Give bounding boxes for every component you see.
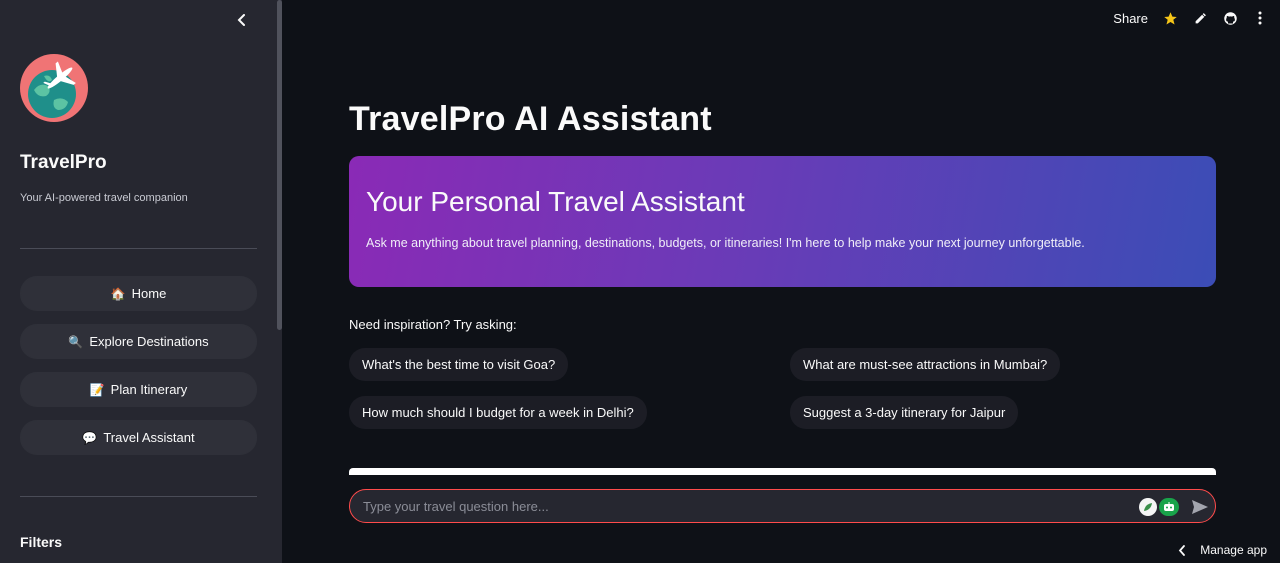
chat-input[interactable]	[363, 490, 1123, 522]
nav-home-button[interactable]: 🏠 Home	[20, 276, 257, 311]
chevron-left-icon	[237, 14, 245, 26]
nav-label: Home	[131, 286, 167, 301]
sidebar-scrollbar[interactable]	[277, 0, 282, 330]
share-button[interactable]: Share	[1113, 11, 1148, 26]
inspiration-label: Need inspiration? Try asking:	[349, 317, 517, 332]
suggestion-button[interactable]: How much should I budget for a week in D…	[349, 396, 647, 429]
nav-label: Travel Assistant	[103, 430, 195, 445]
filters-heading: Filters	[20, 534, 63, 550]
leaf-extension-icon[interactable]	[1139, 498, 1157, 516]
hero-text: Ask me anything about travel planning, d…	[366, 236, 1085, 250]
hero-title: Your Personal Travel Assistant	[366, 186, 745, 217]
chat-input-container	[349, 489, 1216, 523]
robot-extension-icon[interactable]	[1159, 498, 1179, 516]
suggestion-button[interactable]: What are must-see attractions in Mumbai?	[790, 348, 1061, 381]
globe-airplane-icon	[20, 54, 88, 122]
chat-container-edge	[349, 468, 1216, 475]
manage-app-button[interactable]: Manage app	[1178, 543, 1267, 557]
suggestion-button[interactable]: Suggest a 3-day itinerary for Jaipur	[790, 396, 1019, 429]
nav-label: Explore Destinations	[89, 334, 209, 349]
nav-travel-assistant-button[interactable]: 💬 Travel Assistant	[20, 420, 257, 455]
send-icon[interactable]	[1190, 497, 1210, 517]
suggestion-button[interactable]: What's the best time to visit Goa?	[349, 348, 569, 381]
collapse-sidebar-button[interactable]	[232, 10, 252, 30]
top-toolbar: Share	[1113, 8, 1268, 28]
sidebar: TravelPro Your AI-powered travel compani…	[0, 0, 282, 563]
page-title: TravelPro AI Assistant	[349, 100, 712, 138]
sidebar-divider	[20, 496, 257, 497]
more-icon[interactable]	[1252, 10, 1268, 26]
nav-plan-itinerary-button[interactable]: 📝 Plan Itinerary	[20, 372, 257, 407]
brand-title: TravelPro	[20, 152, 107, 173]
memo-icon: 📝	[89, 382, 105, 397]
nav-explore-destinations-button[interactable]: 🔍 Explore Destinations	[20, 324, 257, 359]
star-icon[interactable]	[1162, 10, 1178, 26]
pencil-icon[interactable]	[1192, 10, 1208, 26]
magnifier-icon: 🔍	[68, 334, 84, 349]
github-icon[interactable]	[1222, 10, 1238, 26]
sidebar-divider	[20, 248, 257, 249]
nav-label: Plan Itinerary	[110, 382, 188, 397]
manage-app-label: Manage app	[1200, 543, 1267, 557]
house-icon: 🏠	[110, 286, 126, 301]
speech-bubble-icon: 💬	[82, 430, 98, 445]
brand-subtitle: Your AI-powered travel companion	[20, 192, 188, 204]
chevron-left-icon	[1179, 544, 1186, 556]
hero-banner: Your Personal Travel Assistant Ask me an…	[349, 156, 1216, 287]
